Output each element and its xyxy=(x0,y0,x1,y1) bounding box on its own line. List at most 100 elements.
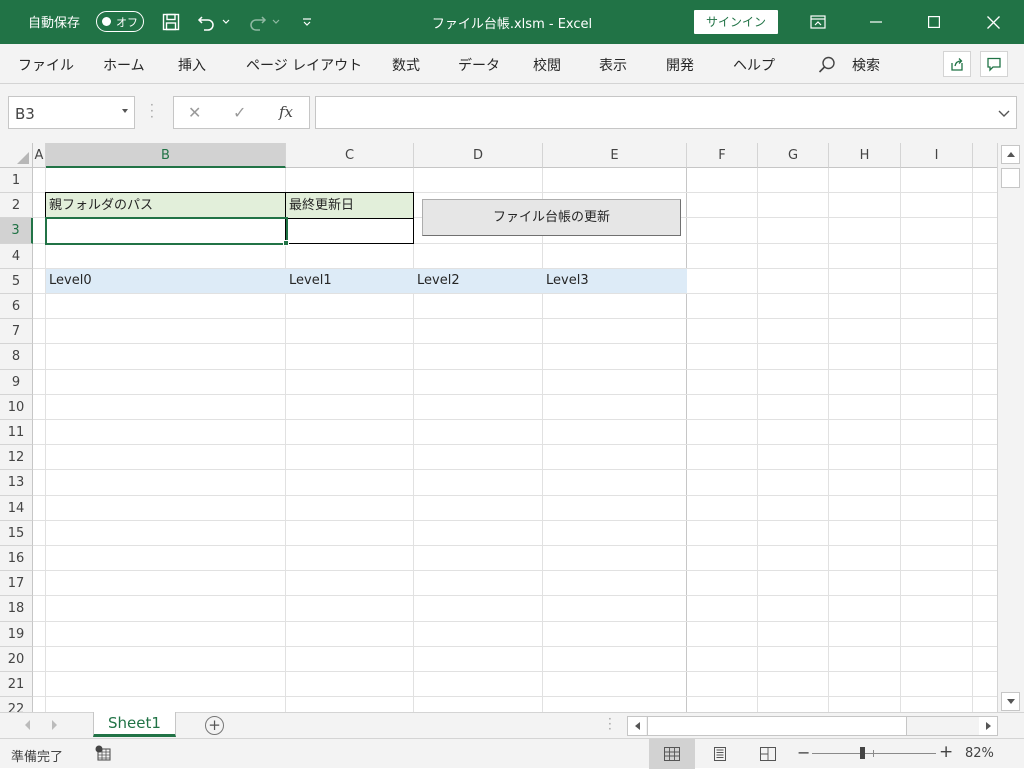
row-header[interactable]: 21 xyxy=(0,672,33,697)
cell-e5[interactable]: Level3 xyxy=(543,269,687,293)
cell-d5[interactable]: Level2 xyxy=(414,269,543,293)
gridline xyxy=(285,168,286,712)
row-header[interactable]: 5 xyxy=(0,269,33,294)
customize-icon[interactable] xyxy=(296,11,318,33)
normal-view-icon[interactable] xyxy=(649,739,695,769)
scroll-up-icon[interactable] xyxy=(1001,145,1020,164)
redo-icon[interactable] xyxy=(246,11,268,33)
row-header[interactable]: 6 xyxy=(0,294,33,319)
row-header[interactable]: 11 xyxy=(0,420,33,445)
next-sheet-icon[interactable] xyxy=(52,720,57,730)
autosave-toggle[interactable]: オフ xyxy=(96,11,144,32)
column-header[interactable]: H xyxy=(829,143,901,168)
column-header[interactable]: A xyxy=(33,143,46,168)
formula-input[interactable] xyxy=(315,96,1017,129)
zoom-in-icon[interactable]: + xyxy=(939,742,953,762)
row-header[interactable]: 1 xyxy=(0,168,33,193)
undo-icon[interactable] xyxy=(196,11,218,33)
vertical-scrollbar[interactable] xyxy=(997,143,1024,712)
comment-icon[interactable] xyxy=(980,51,1008,77)
row-header[interactable]: 22 xyxy=(0,697,33,712)
tab-developer[interactable]: 開発 xyxy=(666,55,694,75)
minimize-icon[interactable] xyxy=(852,0,900,44)
column-header[interactable]: I xyxy=(901,143,973,168)
insert-function-icon[interactable]: fx xyxy=(279,103,293,121)
tab-help[interactable]: ヘルプ xyxy=(733,55,775,75)
close-icon[interactable] xyxy=(969,0,1017,44)
hscroll-thumb[interactable] xyxy=(647,717,907,735)
row-header[interactable]: 17 xyxy=(0,571,33,596)
row-header[interactable]: 16 xyxy=(0,546,33,571)
column-header[interactable]: D xyxy=(414,143,543,168)
column-header[interactable]: F xyxy=(687,143,758,168)
scroll-right-icon[interactable] xyxy=(979,717,997,735)
row-header[interactable]: 15 xyxy=(0,521,33,546)
page-layout-view-icon[interactable] xyxy=(697,739,743,769)
prev-sheet-icon[interactable] xyxy=(25,720,30,730)
cell-b5[interactable]: Level0 xyxy=(46,269,286,293)
zoom-slider[interactable] xyxy=(812,747,936,759)
signin-button[interactable]: サインイン xyxy=(694,10,778,34)
row-header[interactable]: 3 xyxy=(0,218,33,244)
row-header[interactable]: 2 xyxy=(0,193,33,218)
save-icon[interactable] xyxy=(160,11,182,33)
row-header[interactable]: 4 xyxy=(0,244,33,269)
column-header[interactable]: C xyxy=(286,143,414,168)
tab-formulas[interactable]: 数式 xyxy=(392,55,420,75)
check-icon[interactable]: ✓ xyxy=(233,103,246,122)
row-header[interactable]: 19 xyxy=(0,622,33,647)
chevron-down-icon[interactable] xyxy=(122,109,128,113)
row-header[interactable]: 14 xyxy=(0,496,33,521)
undo-dropdown-icon[interactable] xyxy=(220,11,232,33)
name-box[interactable]: B3 xyxy=(8,96,135,129)
selected-cell-b3[interactable] xyxy=(45,217,288,245)
gridline xyxy=(542,168,543,712)
zoom-slider-knob[interactable] xyxy=(860,747,865,759)
column-header[interactable]: E xyxy=(543,143,687,168)
maximize-icon[interactable] xyxy=(910,0,958,44)
row-header[interactable]: 9 xyxy=(0,370,33,395)
search-label[interactable]: 検索 xyxy=(852,55,880,75)
row-header[interactable]: 10 xyxy=(0,395,33,420)
horizontal-scrollbar[interactable] xyxy=(627,716,998,736)
scroll-thumb[interactable] xyxy=(1001,168,1020,188)
row-header[interactable]: 8 xyxy=(0,344,33,370)
zoom-level[interactable]: 82% xyxy=(965,746,994,761)
share-icon[interactable] xyxy=(943,51,971,77)
tab-view[interactable]: 表示 xyxy=(599,55,627,75)
cancel-icon[interactable]: ✕ xyxy=(188,103,201,122)
tab-insert[interactable]: 挿入 xyxy=(178,55,206,75)
worksheet-grid[interactable]: A B C D E F G H I 1 2 3 4 5 6 7 8 9 10 1… xyxy=(0,143,997,712)
fill-handle[interactable] xyxy=(283,240,289,246)
sheet-tab-sheet1[interactable]: Sheet1 xyxy=(93,712,176,737)
update-ledger-button[interactable]: ファイル台帳の更新 xyxy=(422,199,681,236)
tab-review[interactable]: 校閲 xyxy=(533,55,561,75)
select-all-button[interactable] xyxy=(0,143,33,168)
gridline xyxy=(33,520,997,521)
tab-page-layout[interactable]: ページ レイアウト xyxy=(246,55,362,75)
zoom-out-icon[interactable]: − xyxy=(797,743,810,762)
tab-file[interactable]: ファイル xyxy=(18,55,74,75)
column-header[interactable]: B xyxy=(46,143,286,168)
column-header[interactable]: G xyxy=(758,143,829,168)
tab-home[interactable]: ホーム xyxy=(103,55,145,75)
add-sheet-icon[interactable]: + xyxy=(205,716,224,735)
search-icon[interactable] xyxy=(818,56,836,78)
ribbon-display-icon[interactable] xyxy=(794,0,842,44)
row-header[interactable]: 18 xyxy=(0,596,33,622)
macro-record-icon[interactable] xyxy=(95,745,111,765)
row-header[interactable]: 13 xyxy=(0,470,33,496)
split-handle-icon[interactable]: · · · xyxy=(608,713,612,735)
scroll-down-icon[interactable] xyxy=(1001,692,1020,711)
scroll-left-icon[interactable] xyxy=(628,717,646,735)
row-header[interactable]: 12 xyxy=(0,445,33,470)
column-header[interactable] xyxy=(973,143,997,168)
page-break-view-icon[interactable] xyxy=(745,739,791,769)
row-header[interactable]: 20 xyxy=(0,647,33,672)
expand-formula-icon[interactable] xyxy=(998,107,1010,122)
drag-handle-icon[interactable]: · · · xyxy=(150,99,154,123)
cell-c5[interactable]: Level1 xyxy=(286,269,414,293)
row-header[interactable]: 7 xyxy=(0,319,33,344)
redo-dropdown-icon[interactable] xyxy=(270,11,282,33)
tab-data[interactable]: データ xyxy=(458,55,500,75)
